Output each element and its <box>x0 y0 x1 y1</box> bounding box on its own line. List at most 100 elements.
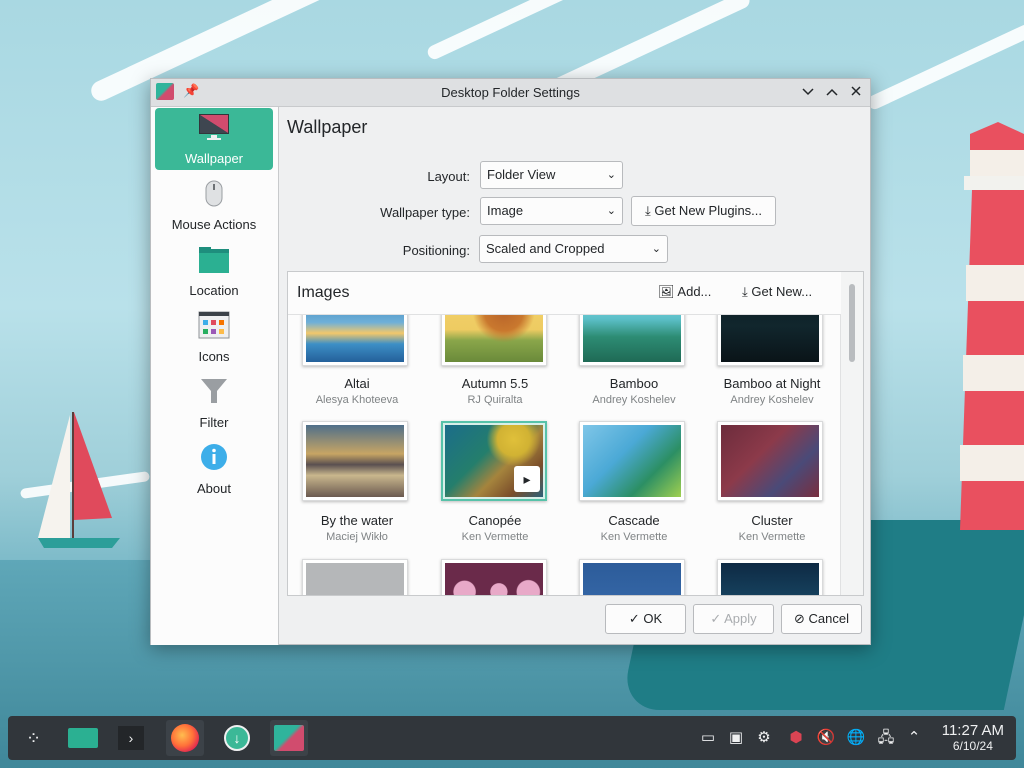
get-new-plugins-button[interactable]: ⤓ Get New Plugins... <box>631 196 776 226</box>
pager-icon[interactable]: ▣ <box>726 728 746 748</box>
settings-dialog: 📌 Desktop Folder Settings Wallpaper Mous… <box>150 78 871 645</box>
show-desktop-icon[interactable]: ▭ <box>698 728 718 748</box>
sidebar-item-label: Mouse Actions <box>171 217 257 232</box>
cancel-label: Cancel <box>808 611 849 626</box>
wallpaper-thumbnail-canopee[interactable]: ▸ <box>441 421 547 501</box>
security-icon[interactable]: ⬢ <box>786 728 806 748</box>
wallpaper-name: Bamboo at Night <box>723 376 821 391</box>
sidebar-item-icons[interactable]: Icons <box>155 306 273 368</box>
wallpaper-author: RJ Quiralta <box>467 394 523 406</box>
wallpaper-name: Cascade <box>608 513 660 528</box>
clock[interactable]: 11:27 AM 6/10/24 <box>942 722 1004 753</box>
chevron-down-icon <box>802 84 814 99</box>
wallpaper-type-label: Wallpaper type: <box>380 205 470 220</box>
wallpaper-author: Ken Vermette <box>461 531 529 543</box>
images-title: Images <box>297 284 350 301</box>
sidebar-item-label: Icons <box>198 349 230 364</box>
wallpaper-author: Ken Vermette <box>738 531 806 543</box>
ok-label: OK <box>643 611 663 626</box>
volume-muted-icon[interactable]: 🔇 <box>816 728 836 748</box>
mouse-icon <box>198 178 230 208</box>
wallpaper-name: By the water <box>320 513 394 528</box>
download-icon: ⤓ <box>644 203 651 218</box>
title-bar[interactable]: 📌 Desktop Folder Settings <box>151 79 870 107</box>
app-launcher-button[interactable]: ⁘ <box>16 720 54 756</box>
ok-button[interactable]: ✓ OK <box>605 604 686 634</box>
check-icon: ✓ <box>628 611 640 626</box>
chevron-down-icon: ⌄ <box>651 243 661 255</box>
download-icon: ⤓ <box>742 284 748 299</box>
positioning-value: Scaled and Cropped <box>486 241 605 256</box>
info-icon <box>198 442 230 472</box>
system-settings-button[interactable] <box>270 720 308 756</box>
wallpaper-thumbnail[interactable] <box>579 559 685 595</box>
file-manager-button[interactable] <box>64 720 102 756</box>
filter-icon <box>198 376 230 406</box>
wallpaper-name: Bamboo <box>609 376 659 391</box>
apply-button[interactable]: ✓ Apply <box>693 604 774 634</box>
wallpaper-author: Alesya Khoteeva <box>315 394 399 406</box>
apply-label: Apply <box>724 611 757 626</box>
wallpaper-thumbnail-cascade[interactable] <box>579 421 685 501</box>
discover-button[interactable]: ↓ <box>218 720 256 756</box>
add-image-label: Add... <box>677 284 712 299</box>
layout-select[interactable]: Folder View ⌄ <box>480 161 623 189</box>
clock-time: 11:27 AM <box>941 722 1004 739</box>
sidebar-item-wallpaper[interactable]: Wallpaper <box>155 108 273 170</box>
sidebar-item-about[interactable]: About <box>155 438 273 500</box>
wallpaper-thumbnail-cluster[interactable] <box>717 421 823 501</box>
sailboat <box>34 410 124 550</box>
close-icon <box>851 84 861 99</box>
positioning-select[interactable]: Scaled and Cropped ⌄ <box>479 235 668 263</box>
chevron-down-icon: ⌄ <box>606 205 616 217</box>
wallpaper-thumbnail[interactable] <box>302 559 408 595</box>
add-image-icon: 🖼 <box>658 284 675 299</box>
wallpaper-options-icon[interactable]: ▸ <box>514 466 540 492</box>
firefox-icon <box>171 724 199 752</box>
wallpaper-author: Maciej Wikło <box>326 531 388 543</box>
window-title: Desktop Folder Settings <box>441 85 580 100</box>
terminal-button[interactable]: › <box>112 720 150 756</box>
sidebar-item-label: Filter <box>199 415 229 430</box>
wallpaper-thumbnail-by-the-water[interactable] <box>302 421 408 501</box>
wallpaper-name: Canopée <box>468 513 522 528</box>
cancel-button[interactable]: ⊘ Cancel <box>781 604 862 634</box>
expand-tray-icon[interactable]: ⌃ <box>904 728 924 748</box>
scrollbar-thumb[interactable] <box>849 284 855 362</box>
wallpaper-name: Cluster <box>751 513 793 528</box>
firefox-button[interactable] <box>166 720 204 756</box>
terminal-icon: › <box>118 726 144 750</box>
wallpaper-thumbnail[interactable] <box>717 559 823 595</box>
sidebar-item-location[interactable]: Location <box>155 240 273 302</box>
folder-icon <box>198 244 230 274</box>
get-new-wallpapers-button[interactable]: ⤓ Get New... <box>742 284 812 300</box>
cancel-icon: ⊘ <box>794 611 805 626</box>
network-globe-icon[interactable]: 🌐 <box>846 728 866 748</box>
wallpaper-author: Andrey Koshelev <box>592 394 676 406</box>
minimize-button[interactable] <box>798 82 818 102</box>
add-image-button[interactable]: 🖼 Add... <box>658 284 711 300</box>
chevron-up-icon <box>826 84 838 99</box>
wallpaper-type-select[interactable]: Image ⌄ <box>480 197 623 225</box>
sidebar-item-label: About <box>197 481 231 496</box>
kde-connect-icon[interactable]: ⚙ <box>754 728 774 748</box>
clock-date: 6/10/24 <box>952 739 993 753</box>
chevron-down-icon: ⌄ <box>606 169 616 181</box>
sidebar-item-mouse-actions[interactable]: Mouse Actions <box>155 174 273 236</box>
maximize-button[interactable] <box>822 82 842 102</box>
get-new-label: Get New... <box>751 284 813 299</box>
icons-icon <box>198 310 230 340</box>
lighthouse <box>950 120 1024 540</box>
wallpaper-type-value: Image <box>487 203 524 218</box>
wallpaper-thumbnail[interactable] <box>441 559 547 595</box>
layout-value: Folder View <box>487 167 556 182</box>
images-header: Images 🖼 Add... ⤓ Get New... <box>288 272 841 315</box>
wallpaper-icon <box>198 112 230 142</box>
images-scrollbar[interactable] <box>840 272 863 595</box>
sidebar-item-filter[interactable]: Filter <box>155 372 273 434</box>
close-button[interactable] <box>846 82 866 102</box>
network-wired-icon[interactable]: 🖧 <box>876 728 896 748</box>
layout-label: Layout: <box>427 169 470 184</box>
positioning-label: Positioning: <box>402 243 470 258</box>
wallpaper-author: Andrey Koshelev <box>730 394 814 406</box>
